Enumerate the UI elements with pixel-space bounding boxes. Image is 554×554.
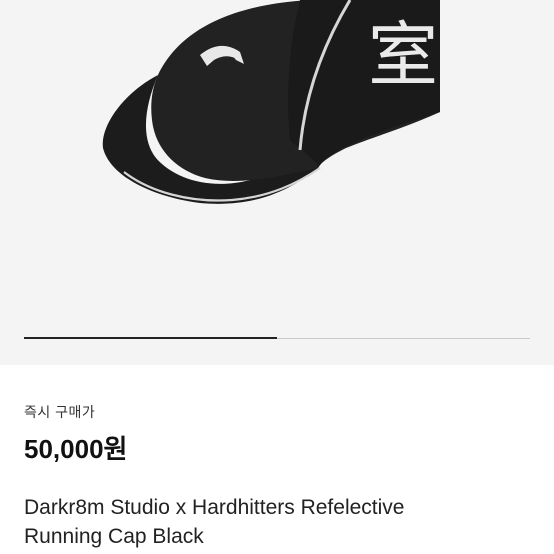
instant-purchase-price: 50,000원 (24, 434, 128, 464)
product-image (102, 0, 440, 204)
cap-emblem-glyph: 室 (368, 14, 438, 96)
product-title: Darkr8m Studio x Hardhitters Refelective… (24, 493, 524, 551)
product-info-section: 즉시 구매가 50,000원 Darkr8m Studio x Hardhitt… (0, 365, 554, 554)
carousel-progress-indicator (24, 337, 277, 339)
product-title-line-2: Running Cap Black (24, 525, 204, 548)
product-image-carousel[interactable]: 室 (0, 0, 554, 365)
instant-purchase-label: 즉시 구매가 (24, 404, 96, 420)
product-title-line-1: Darkr8m Studio x Hardhitters Refelective (24, 496, 405, 519)
